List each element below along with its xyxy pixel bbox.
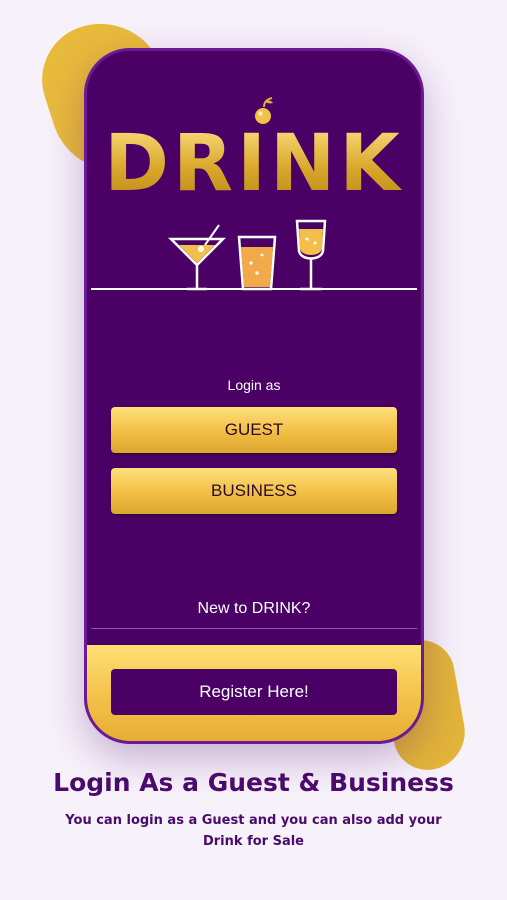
phone-frame: DRINK Login as GUEST BUSINESS New to DRI… — [84, 48, 424, 744]
new-user-prompt: New to DRINK? — [197, 600, 311, 617]
register-button[interactable]: Register Here! — [111, 669, 397, 715]
drinks-illustration — [91, 219, 417, 291]
wine-glass-icon — [295, 219, 327, 291]
caption-subtitle: You can login as a Guest and you can als… — [65, 813, 442, 849]
login-as-label: Login as — [227, 377, 281, 393]
caption-title: Login As a Guest & Business — [53, 768, 454, 797]
divider — [91, 628, 417, 629]
martini-glass-icon — [167, 224, 227, 291]
business-login-button[interactable]: BUSINESS — [111, 468, 397, 514]
juice-glass-icon — [237, 235, 277, 291]
app-logo: DRINK — [87, 119, 421, 209]
guest-login-button[interactable]: GUEST — [111, 407, 397, 453]
